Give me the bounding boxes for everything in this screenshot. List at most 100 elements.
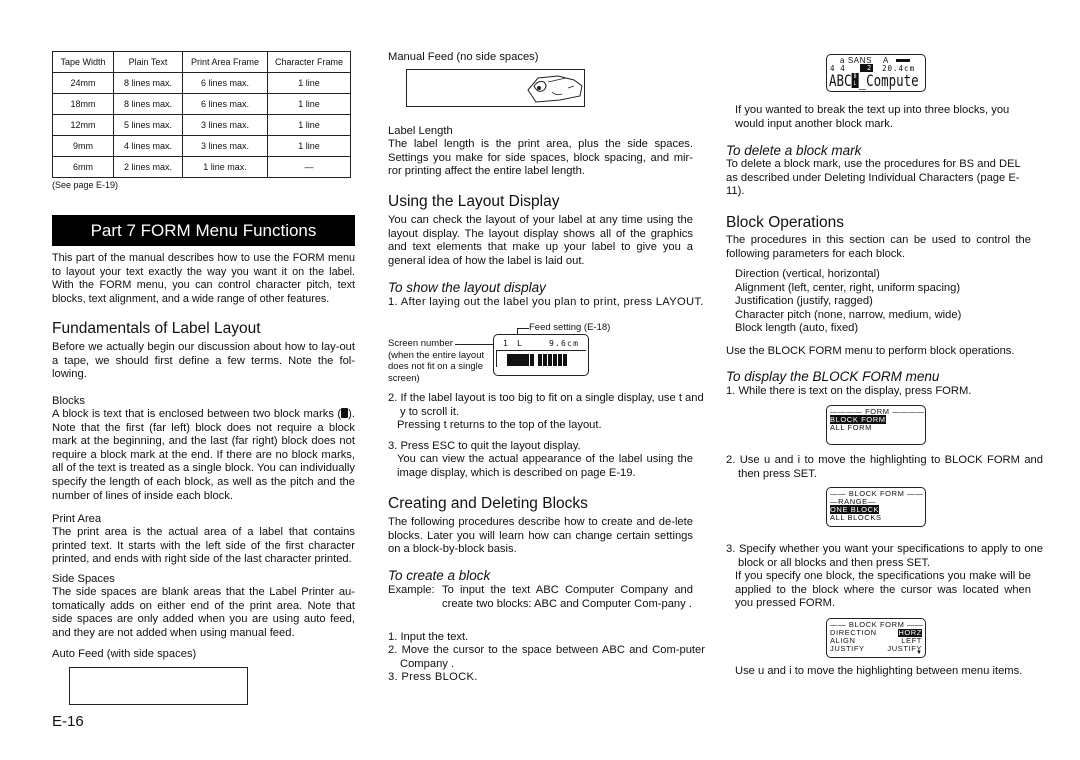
manual-feed-label: Manual Feed (no side spaces) [388, 51, 539, 63]
lcd-length: 9.6cm [549, 339, 580, 348]
example-label: Example: [388, 584, 435, 596]
table-cell: 6mm [52, 156, 114, 178]
table-cell: 8 lines max. [113, 72, 183, 94]
layout-step-3: 3. Press ESC to quit the layout display. [388, 440, 581, 452]
table-cell: 3 lines max. [182, 114, 268, 136]
tape-width-table: Tape Width Plain Text Print Area Frame C… [52, 51, 351, 178]
table-cell: 2 lines max. [113, 156, 183, 178]
side-spaces-title: Side Spaces [52, 573, 115, 585]
three-blocks-text: If you wanted to break the text up into … [735, 104, 1010, 130]
layout-step-2-note: Pressing t returns to the top of the lay… [397, 419, 602, 431]
table-cell: 18mm [52, 93, 114, 115]
form-menu-lcd: ———— FORM ———— BLOCK FORM ALL FORM [826, 405, 926, 445]
blocks-text-part: ). Note that the first (far left) block … [52, 408, 355, 502]
fundamentals-intro: Before we actually begin our discussion … [52, 341, 355, 381]
lcd-divider [496, 351, 497, 367]
part-intro: This part of the manual describes how to… [52, 252, 355, 305]
use-block-form-text: Use the BLOCK FORM menu to perform block… [726, 345, 1015, 357]
block-params-list: Direction (vertical, horizontal) Alignme… [735, 268, 1035, 336]
block-operations-intro: The procedures in this section can be us… [726, 234, 1031, 260]
block-lcd-display: a SANS A 4 4 2 20.4cm ABC B L _Compute [826, 54, 926, 92]
label-length-text: The label length is the print area, plus… [388, 138, 693, 178]
table-cell: 1 line [267, 72, 351, 94]
table-cell: 1 line [267, 114, 351, 136]
table-note: (See page E-19) [52, 180, 119, 190]
param-item: Block length (auto, fixed) [735, 322, 859, 335]
create-block-subheading: To create a block [388, 568, 491, 583]
lcd-bar [896, 59, 910, 62]
lcd-screen-number: 1 [503, 339, 509, 348]
auto-feed-diagram [69, 667, 248, 705]
lcd-text: _Compute [858, 71, 919, 90]
table-cell: 3 lines max. [182, 135, 268, 157]
lcd-text-abc: ABC B L _Compute [829, 72, 919, 90]
layout-step-1: 1. After laying out the label you plan t… [388, 296, 704, 308]
delete-block-subheading: To delete a block mark [726, 143, 862, 158]
menu-item-all-blocks[interactable]: ALL BLOCKS [830, 513, 882, 522]
lcd-text-block [507, 354, 529, 366]
feed-setting-callout: Feed setting (E-18) [529, 322, 611, 333]
table-cell: 8 lines max. [113, 93, 183, 115]
param-item: Justification (justify, ragged) [735, 295, 873, 308]
table-cell: 12mm [52, 114, 114, 136]
delete-block-text: To delete a block mark, use the procedur… [726, 158, 1021, 198]
blocks-text: A block is text that is enclosed between… [52, 408, 355, 503]
table-row: 18mm 8 lines max. 6 lines max. 1 line [52, 93, 351, 115]
table-cell: 5 lines max. [113, 114, 183, 136]
screen-number-note: (when the entire layout does not fit on … [388, 350, 485, 384]
table-cell: 6 lines max. [182, 93, 268, 115]
creating-blocks-intro: The following procedures describe how to… [388, 516, 693, 556]
screen-number-callout: Screen number [388, 338, 453, 349]
print-area-title: Print Area [52, 513, 102, 525]
create-step-1: 1. Input the text. [388, 631, 469, 643]
show-layout-subheading: To show the layout display [388, 280, 546, 295]
display-block-form-subheading: To display the BLOCK FORM menu [726, 369, 940, 384]
create-step-3: 3. Press BLOCK. [388, 671, 478, 683]
tape-cassette-icon [527, 75, 583, 103]
table-header: Tape Width [52, 51, 114, 73]
block-form-step-3: 3. Specify whether you want your specifi… [726, 543, 1043, 569]
lcd-text: ABC [829, 71, 852, 90]
scroll-down-arrow-icon: ▼ [916, 650, 922, 656]
layout-display-heading: Using the Layout Display [388, 193, 560, 210]
block-form-step-1: 1. While there is text on the display, p… [726, 385, 972, 397]
label-length-title: Label Length [388, 125, 453, 137]
layout-display-intro: You can check the layout of your label a… [388, 214, 693, 267]
creating-blocks-heading: Creating and Deleting Blocks [388, 495, 588, 512]
table-header: Plain Text [113, 51, 183, 73]
auto-feed-label: Auto Feed (with side spaces) [52, 648, 197, 660]
manual-feed-diagram [406, 69, 585, 107]
table-cell: 9mm [52, 135, 114, 157]
block-form-step-3-note: If you specify one block, the specificat… [735, 570, 1031, 610]
part-title: Part 7 FORM Menu Functions [52, 215, 355, 246]
layout-lcd-display: 1 L 9.6cm [493, 334, 589, 376]
callout-line [517, 328, 529, 329]
table-cell: 4 lines max. [113, 135, 183, 157]
side-spaces-text: The side spaces are blank areas that the… [52, 586, 355, 639]
create-step-2: 2. Move the cursor to the space between … [388, 644, 705, 670]
move-highlight-text: Use u and i to move the highlighting bet… [735, 665, 1023, 677]
blocks-text-part: A block is text that is enclosed between… [52, 408, 342, 420]
table-cell: 1 line [267, 93, 351, 115]
setting-row-justify[interactable]: JUSTIFY JUSTIFY [830, 645, 922, 653]
table-cell: 1 line [267, 135, 351, 157]
table-row: 6mm 2 lines max. 1 line max. — [52, 156, 351, 178]
lcd-feed-setting: L [517, 339, 523, 348]
table-cell: 1 line max. [182, 156, 268, 178]
setting-label: JUSTIFY [830, 644, 865, 653]
block-form-step-2: 2. Use u and i to move the highlighting … [726, 454, 1043, 480]
block-settings-lcd: —— BLOCK FORM —— DIRECTION HORZ ALIGN LEFT… [826, 618, 926, 658]
example-text: To input the text ABC Computer Company a… [442, 584, 693, 610]
lcd-text-block [538, 354, 568, 366]
table-row: 12mm 5 lines max. 3 lines max. 1 line [52, 114, 351, 136]
param-item: Direction (vertical, horizontal) [735, 268, 880, 280]
table-cell: 24mm [52, 72, 114, 94]
menu-item-all-form[interactable]: ALL FORM [830, 423, 872, 432]
block-mark-icon: BL [851, 73, 859, 88]
page-number: E-16 [52, 713, 84, 730]
table-cell: — [267, 156, 351, 178]
fundamentals-heading: Fundamentals of Label Layout [52, 320, 261, 337]
range-menu-lcd: —— BLOCK FORM —— —RANGE— ONE BLOCK ALL B… [826, 487, 926, 527]
table-cell: 6 lines max. [182, 72, 268, 94]
param-item: Character pitch (none, narrow, medium, w… [735, 308, 962, 321]
